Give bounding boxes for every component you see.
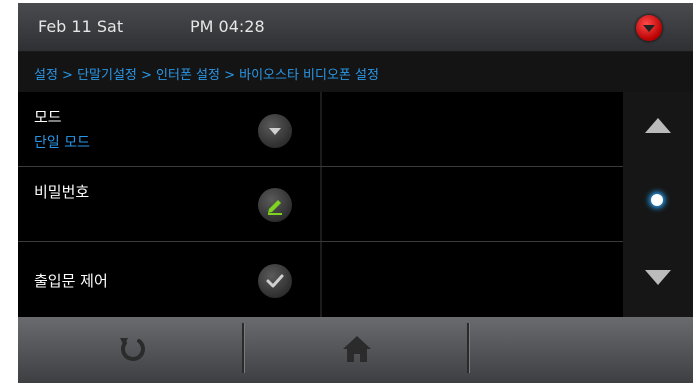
status-bar: Feb 11 Sat PM 04:28 [18, 3, 693, 52]
home-icon [343, 336, 371, 362]
dot-icon [651, 194, 663, 206]
settings-list: 모드 단일 모드 비밀번호 출입문 제어 [18, 92, 623, 317]
screen: Feb 11 Sat PM 04:28 설정 > 단말기설정 > 인터폰 설정 … [18, 3, 693, 383]
status-date: Feb 11 Sat [38, 17, 124, 36]
breadcrumb: 설정 > 단말기설정 > 인터폰 설정 > 바이오스타 비디오폰 설정 [18, 52, 693, 92]
nav-bar [18, 317, 693, 383]
arrow-up-icon[interactable] [645, 118, 671, 133]
setting-title: 출입문 제어 [34, 272, 108, 290]
home-button[interactable] [245, 317, 467, 383]
status-time: PM 04:28 [190, 17, 265, 36]
edit-pencil-icon [268, 200, 282, 215]
setting-title: 모드 [34, 108, 62, 126]
edit-button[interactable] [258, 188, 292, 222]
nav-divider [467, 323, 470, 373]
setting-title: 비밀번호 [34, 183, 90, 201]
scroll-panel [623, 92, 693, 317]
check-icon [266, 274, 284, 288]
setting-value: 단일 모드 [34, 135, 90, 151]
dropdown-button[interactable] [258, 114, 292, 148]
check-button[interactable] [258, 264, 292, 298]
dropdown-icon [269, 128, 281, 135]
breadcrumb-text: 설정 > 단말기설정 > 인터폰 설정 > 바이오스타 비디오폰 설정 [34, 68, 379, 83]
arrow-down-icon[interactable] [645, 270, 671, 285]
setting-row-password[interactable]: 비밀번호 [18, 167, 623, 242]
alert-icon[interactable] [636, 15, 662, 41]
setting-row-door-control[interactable]: 출입문 제어 [18, 242, 623, 316]
setting-row-mode[interactable]: 모드 단일 모드 [18, 92, 623, 167]
refresh-back-icon [120, 338, 145, 361]
back-button[interactable] [18, 317, 243, 383]
